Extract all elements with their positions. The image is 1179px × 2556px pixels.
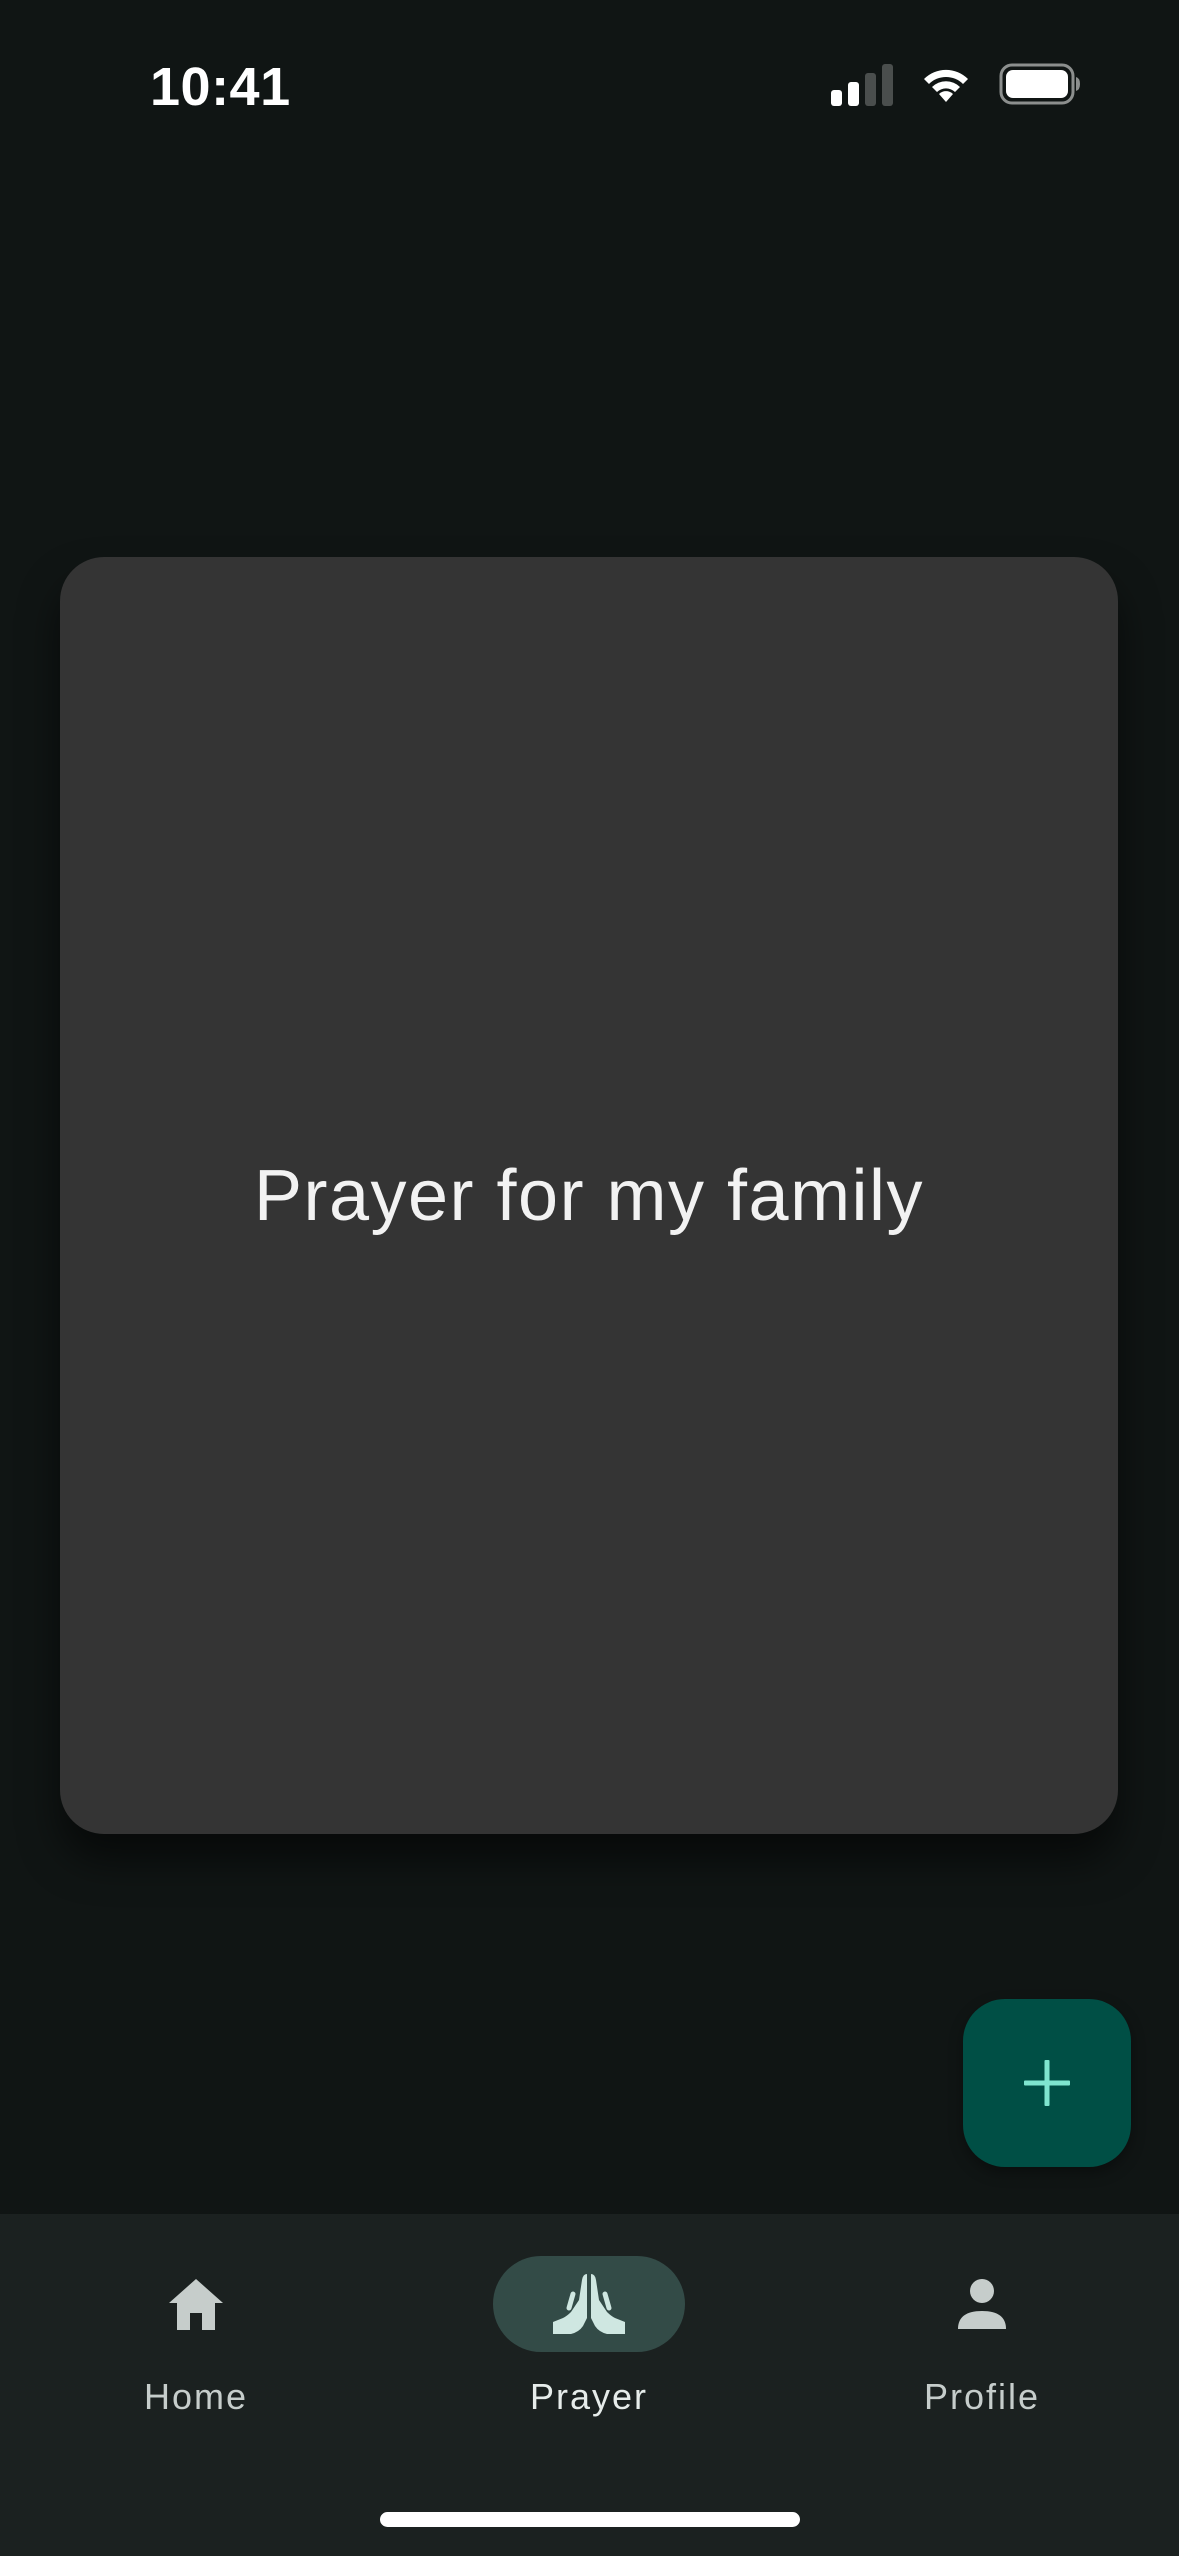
bottom-navigation: Home Prayer Profile [0,2214,1179,2556]
plus-icon [1024,2060,1070,2106]
nav-icon-container-active [493,2256,685,2352]
nav-label-prayer: Prayer [529,2376,649,2417]
nav-label-home: Home [143,2376,249,2417]
cellular-signal-icon [831,62,893,106]
person-icon [958,2279,1006,2329]
battery-icon [999,63,1080,105]
home-icon [169,2279,223,2330]
home-indicator[interactable] [380,2512,800,2527]
nav-label-profile: Profile [923,2376,1041,2417]
status-icons [831,62,1081,106]
prayer-card[interactable]: Prayer for my family [60,557,1118,1834]
add-prayer-button[interactable] [963,1999,1131,2167]
nav-item-home[interactable]: Home [46,2256,346,2436]
nav-item-prayer[interactable]: Prayer [439,2256,739,2436]
prayer-screen: 10:41 Prayer for my family Home Prayer P… [0,0,1179,2556]
nav-icon-container [886,2256,1078,2352]
nav-icon-container [100,2256,292,2352]
status-bar: 10:41 [0,0,1179,170]
status-time: 10:41 [150,57,291,117]
nav-item-profile[interactable]: Profile [832,2256,1132,2436]
praying-hands-icon [553,2274,625,2334]
prayer-card-text: Prayer for my family [253,1155,925,1236]
wifi-icon [924,69,968,102]
